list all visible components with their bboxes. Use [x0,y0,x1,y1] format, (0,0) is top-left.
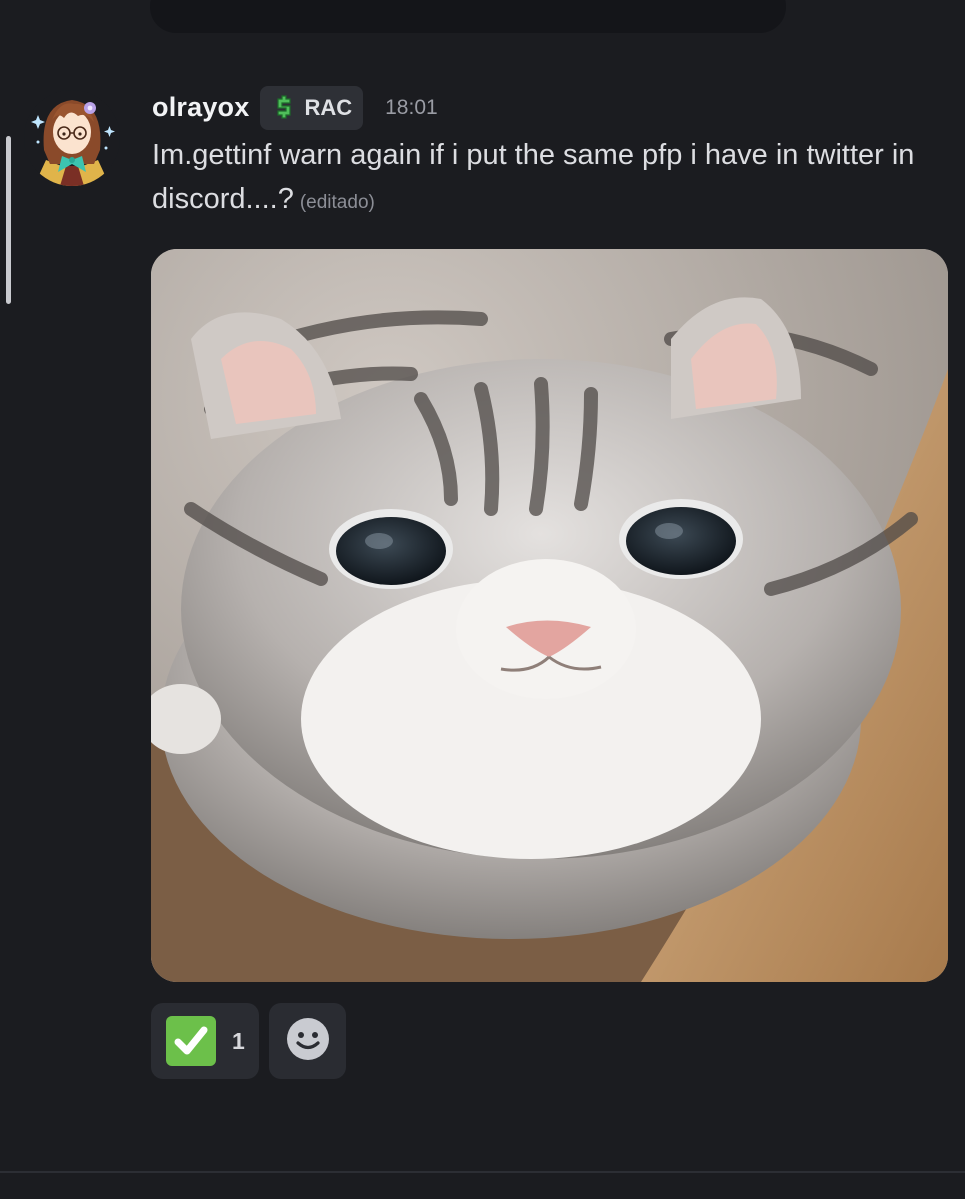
avatar-illustration [24,90,120,186]
edited-label: (editado) [299,192,375,213]
cat-image [151,249,948,982]
divider [0,1171,965,1173]
reaction-check[interactable]: 1 [151,1003,259,1079]
dollar-sign-icon [269,93,299,123]
user-avatar[interactable] [24,90,120,186]
message-text: Im.gettinf warn again if i put the same … [152,139,915,215]
message-timestamp[interactable]: 18:01 [385,96,438,120]
smiley-icon [286,1017,330,1065]
unread-indicator-bar [6,136,11,304]
message-header: olrayox RAC 18:01 [152,85,438,130]
message-content: Im.gettinf warn again if i put the same … [152,133,932,225]
chat-view: olrayox RAC 18:01 Im.gettinf warn again … [0,0,965,1199]
add-reaction-button[interactable] [269,1003,346,1079]
reactions-bar: 1 [151,1003,346,1079]
username[interactable]: olrayox [152,92,249,123]
check-mark-icon [166,1016,216,1066]
image-attachment[interactable] [151,249,948,982]
guild-tag-label: RAC [304,94,353,120]
previous-message-bubble [150,0,786,33]
guild-tag[interactable]: RAC [260,85,364,130]
reaction-count: 1 [232,1027,245,1054]
